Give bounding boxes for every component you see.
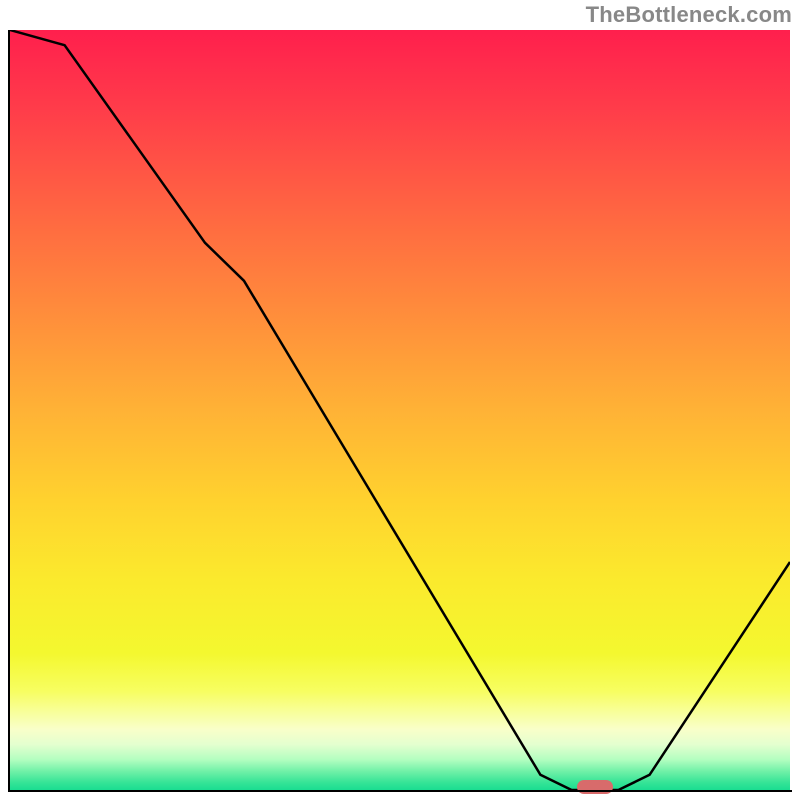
y-axis-line <box>8 30 10 792</box>
curve-path <box>10 30 790 790</box>
x-axis-line <box>8 790 792 792</box>
bottleneck-curve <box>10 30 790 790</box>
plot-area <box>10 30 790 790</box>
chart-container: TheBottleneck.com <box>0 0 800 800</box>
attribution-text: TheBottleneck.com <box>586 2 792 28</box>
